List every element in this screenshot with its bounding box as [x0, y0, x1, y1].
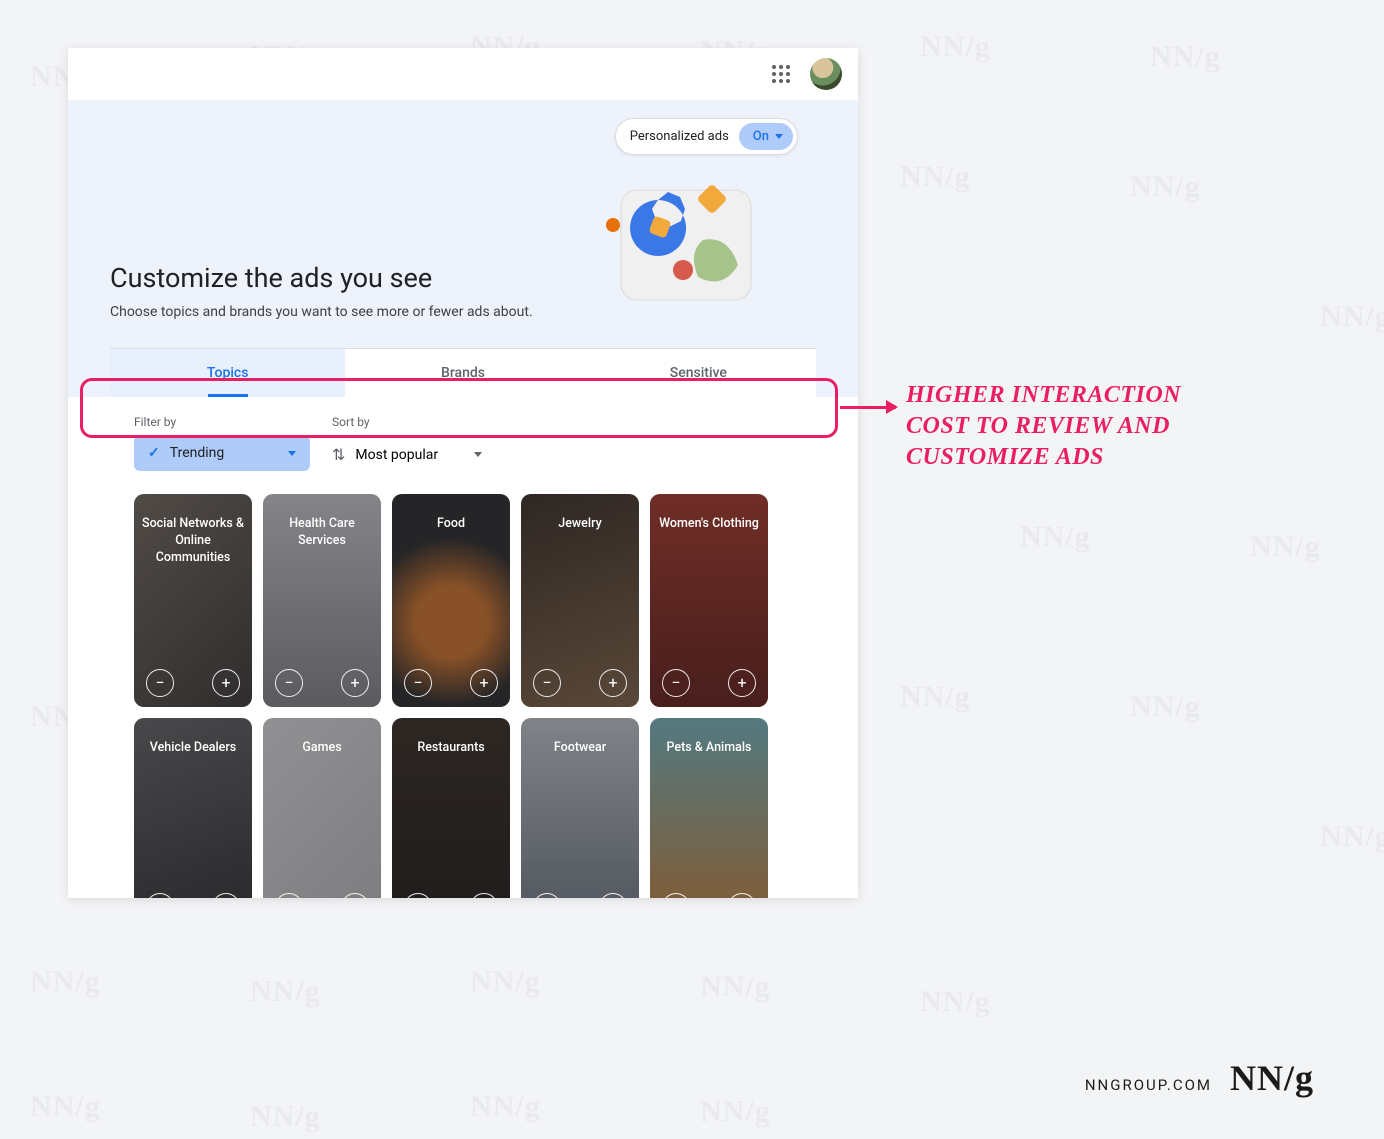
plus-button[interactable]: + — [470, 669, 498, 697]
hero-section: Personalized ads On Customize the ads yo… — [68, 100, 858, 397]
topic-card[interactable]: Footwear − + — [521, 718, 639, 898]
card-label: Social Networks & Online Communities — [140, 516, 246, 567]
filter-by-label: Filter by — [134, 415, 310, 429]
filter-by-value: Trending — [170, 445, 225, 461]
card-label: Footwear — [527, 740, 633, 757]
annotation-text: HIGHER INTERACTION COST TO REVIEW AND CU… — [906, 380, 1206, 474]
minus-button[interactable]: − — [533, 669, 561, 697]
plus-button[interactable]: + — [212, 669, 240, 697]
sort-by-label: Sort by — [332, 415, 482, 429]
apps-icon[interactable] — [764, 57, 798, 91]
plus-button[interactable]: + — [599, 669, 627, 697]
minus-button[interactable]: − — [533, 893, 561, 898]
topic-card[interactable]: Games − + — [263, 718, 381, 898]
card-label: Women's Clothing — [656, 516, 762, 533]
card-label: Jewelry — [527, 516, 633, 533]
content-area: Filter by ✓ Trending Sort by ⇅ Most popu… — [68, 397, 858, 898]
topic-grid: Social Networks & Online Communities − +… — [134, 494, 816, 898]
minus-button[interactable]: − — [275, 893, 303, 898]
toggle-label: Personalized ads — [630, 129, 729, 144]
minus-button[interactable]: − — [146, 893, 174, 898]
minus-button[interactable]: − — [404, 669, 432, 697]
minus-button[interactable]: − — [404, 893, 432, 898]
top-bar — [68, 48, 858, 100]
chevron-down-icon — [474, 452, 482, 457]
check-icon: ✓ — [148, 445, 160, 461]
topic-card[interactable]: Jewelry − + — [521, 494, 639, 707]
plus-button[interactable]: + — [470, 893, 498, 898]
annotation-arrow — [840, 406, 896, 409]
footer: NNGROUP.COM NN/g — [1085, 1057, 1314, 1099]
tab-bar: Topics Brands Sensitive — [110, 348, 816, 397]
minus-button[interactable]: − — [275, 669, 303, 697]
sort-by-value: Most popular — [355, 447, 438, 463]
topic-card[interactable]: Social Networks & Online Communities − + — [134, 494, 252, 707]
toggle-state: On — [739, 123, 793, 150]
plus-button[interactable]: + — [212, 893, 240, 898]
topic-card[interactable]: Restaurants − + — [392, 718, 510, 898]
tab-topics[interactable]: Topics — [110, 349, 345, 397]
topic-card[interactable]: Pets & Animals − + — [650, 718, 768, 898]
minus-button[interactable]: − — [662, 669, 690, 697]
card-label: Games — [269, 740, 375, 757]
plus-button[interactable]: + — [728, 669, 756, 697]
plus-button[interactable]: + — [599, 893, 627, 898]
topic-card[interactable]: Women's Clothing − + — [650, 494, 768, 707]
chevron-down-icon — [288, 451, 296, 456]
card-label: Vehicle Dealers — [140, 740, 246, 757]
hero-illustration — [603, 170, 778, 320]
tab-sensitive[interactable]: Sensitive — [581, 349, 816, 397]
sort-icon: ⇅ — [332, 445, 345, 464]
personalized-ads-toggle[interactable]: Personalized ads On — [615, 118, 798, 155]
avatar[interactable] — [810, 58, 842, 90]
tab-brands[interactable]: Brands — [345, 349, 580, 397]
topic-card[interactable]: Health Care Services − + — [263, 494, 381, 707]
filter-by-dropdown[interactable]: ✓ Trending — [134, 435, 310, 471]
topic-card[interactable]: Food − + — [392, 494, 510, 707]
chevron-down-icon — [775, 134, 783, 139]
card-label: Food — [398, 516, 504, 533]
card-label: Restaurants — [398, 740, 504, 757]
plus-button[interactable]: + — [341, 893, 369, 898]
filter-row: Filter by ✓ Trending Sort by ⇅ Most popu… — [134, 415, 816, 474]
minus-button[interactable]: − — [662, 893, 690, 898]
plus-button[interactable]: + — [728, 893, 756, 898]
card-label: Health Care Services — [269, 516, 375, 550]
sort-by-dropdown[interactable]: ⇅ Most popular — [332, 435, 482, 474]
plus-button[interactable]: + — [341, 669, 369, 697]
footer-url: NNGROUP.COM — [1085, 1076, 1212, 1094]
footer-logo: NN/g — [1230, 1057, 1314, 1099]
browser-window: Personalized ads On Customize the ads yo… — [68, 48, 858, 898]
card-label: Pets & Animals — [656, 740, 762, 757]
minus-button[interactable]: − — [146, 669, 174, 697]
topic-card[interactable]: Vehicle Dealers − + — [134, 718, 252, 898]
